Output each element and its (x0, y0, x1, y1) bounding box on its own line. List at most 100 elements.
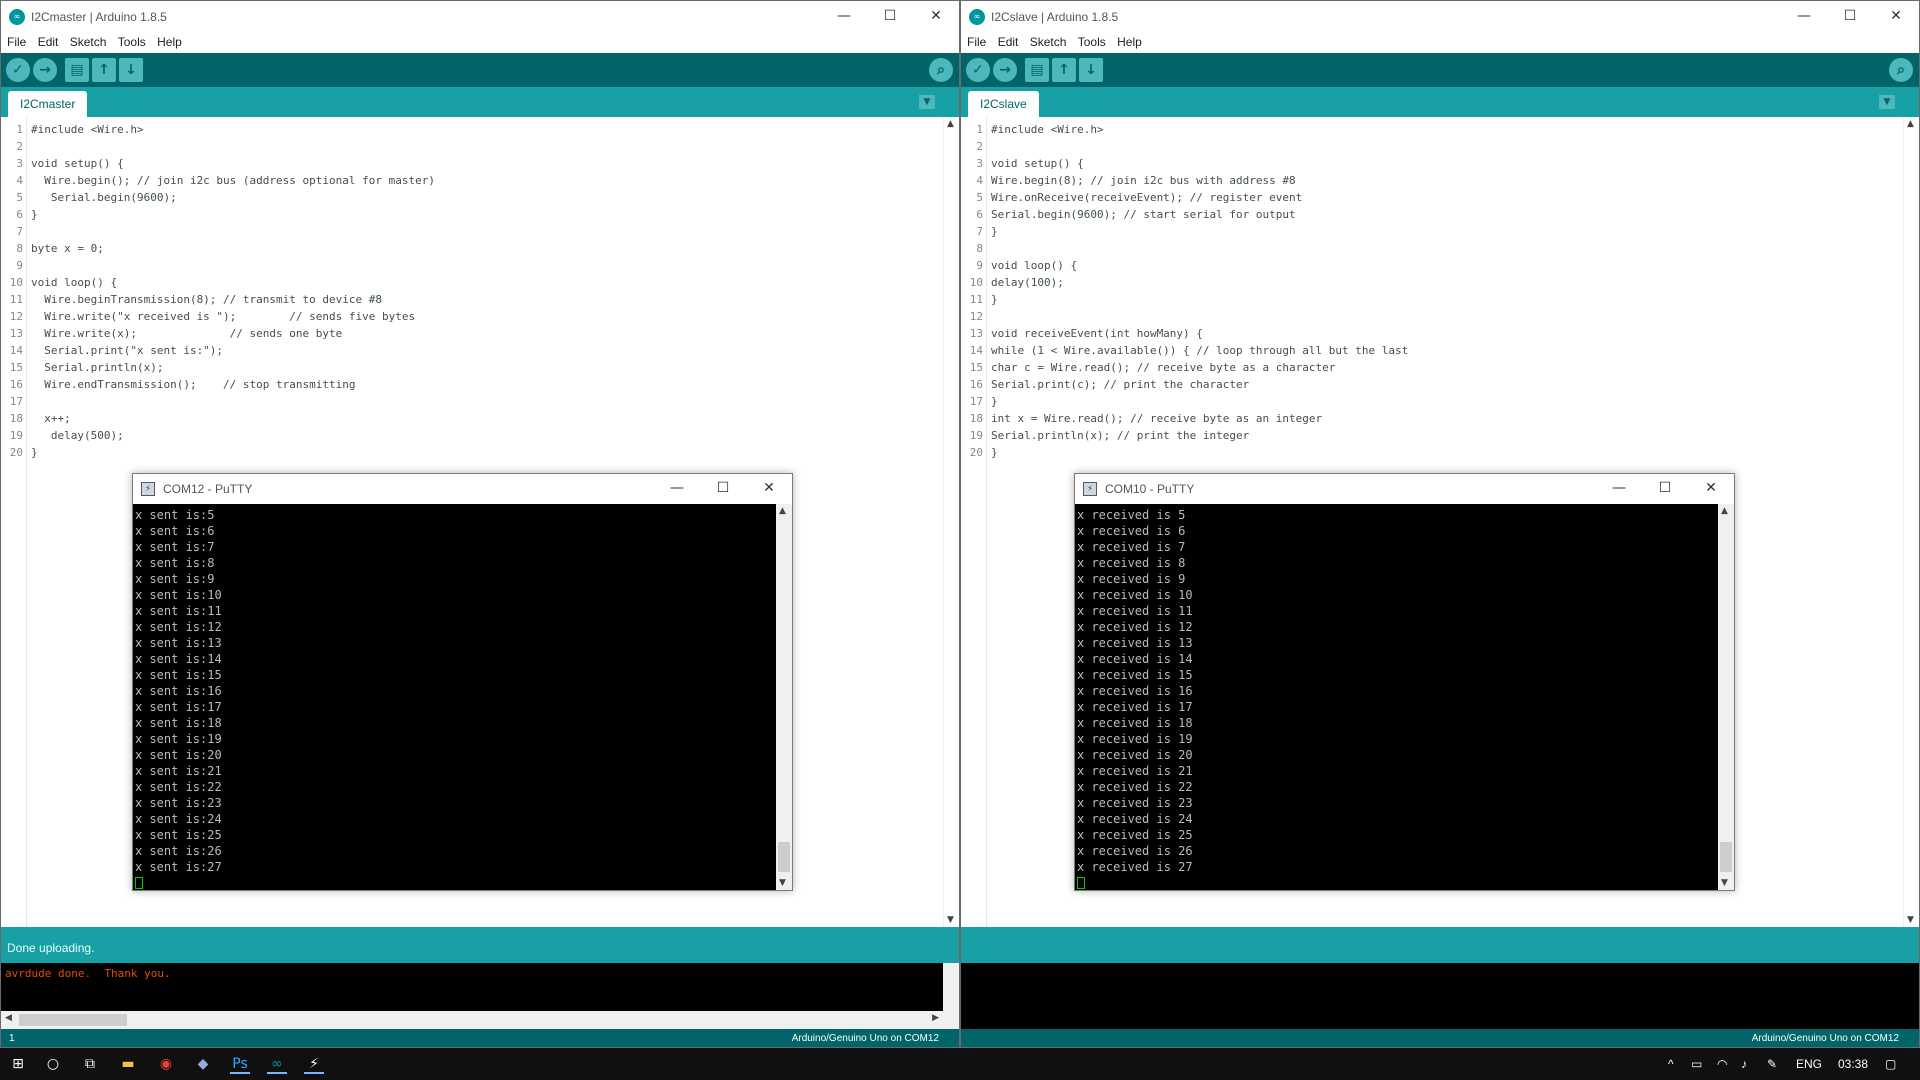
board-info: Arduino/Genuino Uno on COM12 (1751, 1033, 1899, 1044)
new-sketch-icon[interactable]: ▤ (65, 58, 89, 82)
task-view-icon[interactable]: ⧉ (80, 1054, 100, 1074)
close-icon[interactable]: ✕ (1688, 474, 1734, 504)
terminal-line: x received is 17 (1077, 700, 1193, 714)
menu-help[interactable]: Help (1111, 33, 1142, 49)
editor-scrollbar[interactable]: ▲ ▼ (943, 117, 959, 927)
close-icon[interactable]: ✕ (1873, 1, 1919, 33)
code-text: Serial.print("x sent is:"); (31, 344, 224, 357)
language-indicator[interactable]: ENG (1796, 1057, 1822, 1071)
clock[interactable]: 03:38 (1838, 1057, 1868, 1071)
line-number: 1 (9, 1033, 15, 1044)
close-icon[interactable]: ✕ (746, 474, 792, 504)
minimize-icon[interactable]: — (1781, 1, 1827, 33)
battery-icon[interactable]: ▭ (1691, 1057, 1702, 1071)
terminal-scrollbar[interactable]: ▲ ▼ (776, 504, 792, 890)
code-line: 16 Wire.endTransmission(); // stop trans… (1, 376, 959, 393)
scroll-down-icon[interactable]: ▼ (1721, 878, 1728, 888)
maximize-icon[interactable]: ☐ (867, 1, 913, 33)
line-number: 12 (9, 310, 23, 323)
open-icon[interactable]: ↑ (1052, 58, 1076, 82)
maximize-icon[interactable]: ☐ (700, 474, 746, 504)
save-icon[interactable]: ↓ (119, 58, 143, 82)
line-number: 13 (9, 327, 23, 340)
tab-menu-icon[interactable]: ▼ (1879, 95, 1895, 109)
scroll-up-icon[interactable]: ▲ (779, 506, 786, 516)
verify-icon[interactable]: ✓ (966, 58, 990, 82)
minimize-icon[interactable]: — (654, 474, 700, 504)
minimize-icon[interactable]: — (821, 1, 867, 33)
windows-start-icon[interactable]: ⊞ (8, 1054, 28, 1074)
action-center-icon[interactable]: ▢ (1885, 1057, 1896, 1071)
scroll-down-icon[interactable]: ▼ (947, 915, 954, 925)
scroll-thumb[interactable] (1720, 842, 1732, 872)
menu-sketch[interactable]: Sketch (1024, 33, 1067, 49)
console-scrollbar[interactable] (943, 963, 959, 1011)
pen-icon[interactable]: ✎ (1767, 1057, 1777, 1071)
scroll-up-icon[interactable]: ▲ (1721, 506, 1728, 516)
menu-file[interactable]: File (961, 33, 986, 49)
code-text: void loop() { (31, 276, 118, 289)
terminal-line: x sent is:21 (135, 764, 222, 778)
menu-edit[interactable]: Edit (992, 33, 1019, 49)
line-number: 4 (976, 174, 983, 187)
code-line: 12 (961, 308, 1919, 325)
menu-edit[interactable]: Edit (32, 33, 59, 49)
terminal-cursor (1077, 877, 1085, 889)
terminal-line: x sent is:12 (135, 620, 222, 634)
verify-icon[interactable]: ✓ (6, 58, 30, 82)
code-line: 18 x++; (1, 410, 959, 427)
menu-file[interactable]: File (1, 33, 26, 49)
menu-sketch[interactable]: Sketch (64, 33, 107, 49)
line-number: 17 (9, 395, 23, 408)
scroll-up-icon[interactable]: ▲ (947, 119, 954, 129)
tab-i2cslave[interactable]: I2Cslave (968, 91, 1039, 117)
scroll-down-icon[interactable]: ▼ (779, 878, 786, 888)
console-hscrollbar[interactable]: ◀ ▶ (1, 1011, 959, 1029)
serial-monitor-icon[interactable]: ⌕ (1889, 58, 1913, 82)
wifi-icon[interactable]: ◠ (1717, 1057, 1727, 1071)
code-line: 14 Serial.print("x sent is:"); (1, 342, 959, 359)
volume-icon[interactable]: ♪ (1741, 1057, 1747, 1071)
code-text: void setup() { (991, 157, 1084, 170)
maximize-icon[interactable]: ☐ (1642, 474, 1688, 504)
scroll-left-icon[interactable]: ◀ (5, 1013, 12, 1023)
arduino-taskbar-icon[interactable]: ∞ (267, 1054, 287, 1074)
save-icon[interactable]: ↓ (1079, 58, 1103, 82)
photoshop-icon[interactable]: Ps (230, 1054, 250, 1074)
upload-icon[interactable]: → (993, 58, 1017, 82)
upload-icon[interactable]: → (33, 58, 57, 82)
scroll-down-icon[interactable]: ▼ (1907, 915, 1914, 925)
cortana-search-icon[interactable]: ○ (43, 1054, 63, 1074)
show-hidden-icons-icon[interactable]: ^ (1668, 1057, 1674, 1071)
code-line: 7 (1, 223, 959, 240)
line-number: 12 (969, 310, 983, 323)
minimize-icon[interactable]: — (1596, 474, 1642, 504)
putty-taskbar-icon[interactable]: ⚡ (304, 1054, 324, 1074)
terminal-scrollbar[interactable]: ▲ ▼ (1718, 504, 1734, 890)
scroll-right-icon[interactable]: ▶ (932, 1013, 939, 1023)
menu-help[interactable]: Help (151, 33, 182, 49)
scroll-thumb[interactable] (778, 842, 790, 872)
terminal-line: x received is 23 (1077, 796, 1193, 810)
close-icon[interactable]: ✕ (913, 1, 959, 33)
maximize-icon[interactable]: ☐ (1827, 1, 1873, 33)
tab-menu-icon[interactable]: ▼ (919, 95, 935, 109)
chrome-icon[interactable]: ◉ (156, 1054, 176, 1074)
scroll-up-icon[interactable]: ▲ (1907, 119, 1914, 129)
tab-i2cmaster[interactable]: I2Cmaster (8, 91, 88, 117)
menu-tools[interactable]: Tools (1072, 33, 1106, 49)
open-icon[interactable]: ↑ (92, 58, 116, 82)
code-text: Serial.print(c); // print the character (991, 378, 1250, 391)
terminal-output[interactable]: x received is 5 x received is 6 x received… (1075, 504, 1718, 890)
editor-scrollbar[interactable]: ▲ ▼ (1903, 117, 1919, 927)
scroll-thumb[interactable] (19, 1014, 127, 1026)
terminal-line: x received is 26 (1077, 844, 1193, 858)
menu-tools[interactable]: Tools (112, 33, 146, 49)
code-line: 5 Wire.onReceive(receiveEvent); // regist… (961, 189, 1919, 206)
terminal-output[interactable]: x sent is:5 x sent is:6 x sent is:7 x sent … (133, 504, 776, 890)
file-explorer-icon[interactable]: ▬ (118, 1054, 138, 1074)
new-sketch-icon[interactable]: ▤ (1025, 58, 1049, 82)
serial-monitor-icon[interactable]: ⌕ (929, 58, 953, 82)
app-icon[interactable]: ◆ (193, 1054, 213, 1074)
title-bar: ∞ I2Cslave | Arduino 1.8.5 — ☐ ✕ (961, 1, 1919, 33)
